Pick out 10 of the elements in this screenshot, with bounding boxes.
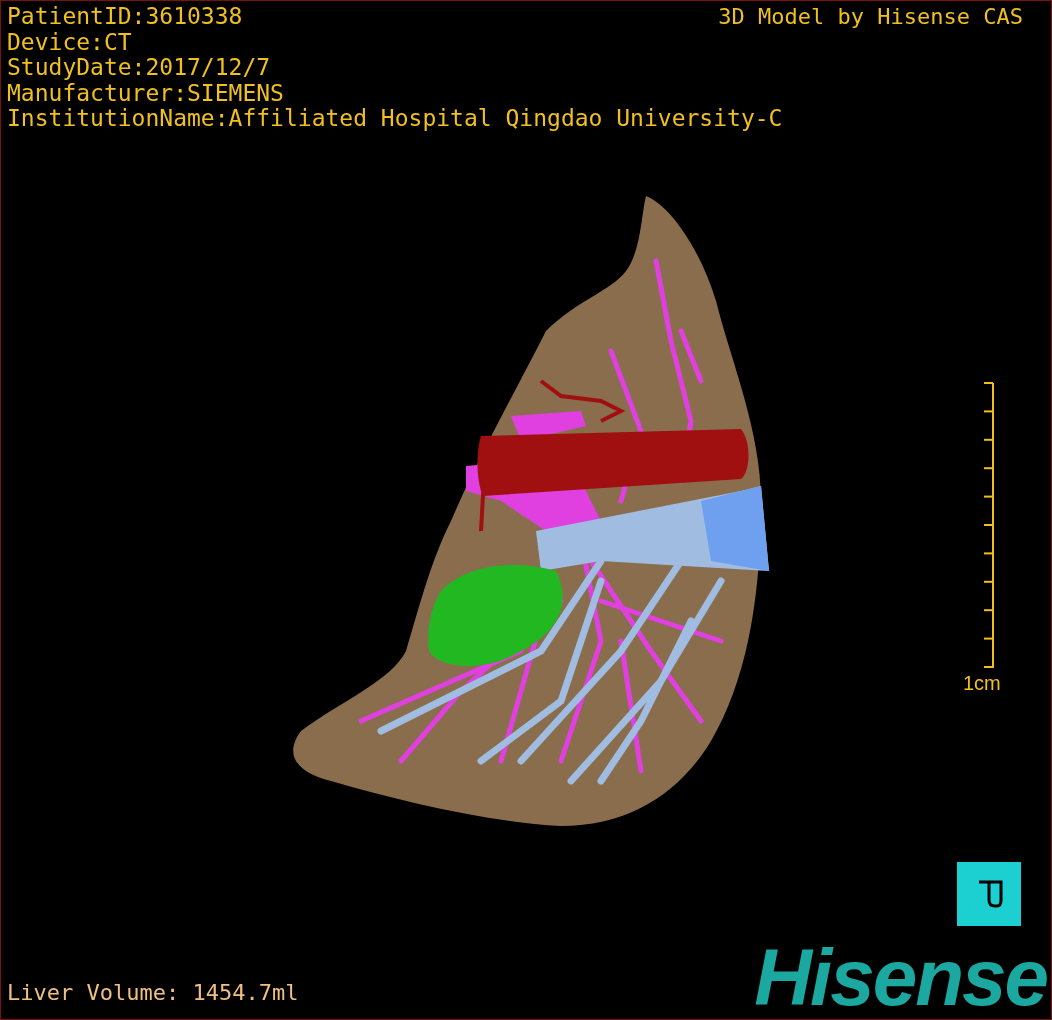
patient-info-text: PatientID:3610338 [7,4,243,30]
brand-logo: Hisense [754,941,1047,1015]
viewer-title: 3D Model by Hisense CAS [718,4,1023,30]
pan-tool-button[interactable] [957,862,1021,926]
scale-bar-label: 1cm [963,672,1001,695]
patient-info-text: Manufacturer:SIEMENS [7,80,284,106]
patient-info-text: InstitutionName:Affiliated Hospital Qingdao University-C [7,106,783,132]
liver-volume-text: Liver Volume: 1454.7ml [7,980,299,1005]
patient-info-text: Device:CT [7,29,132,55]
patient-info-text: StudyDate:2017/12/7 [7,55,271,81]
